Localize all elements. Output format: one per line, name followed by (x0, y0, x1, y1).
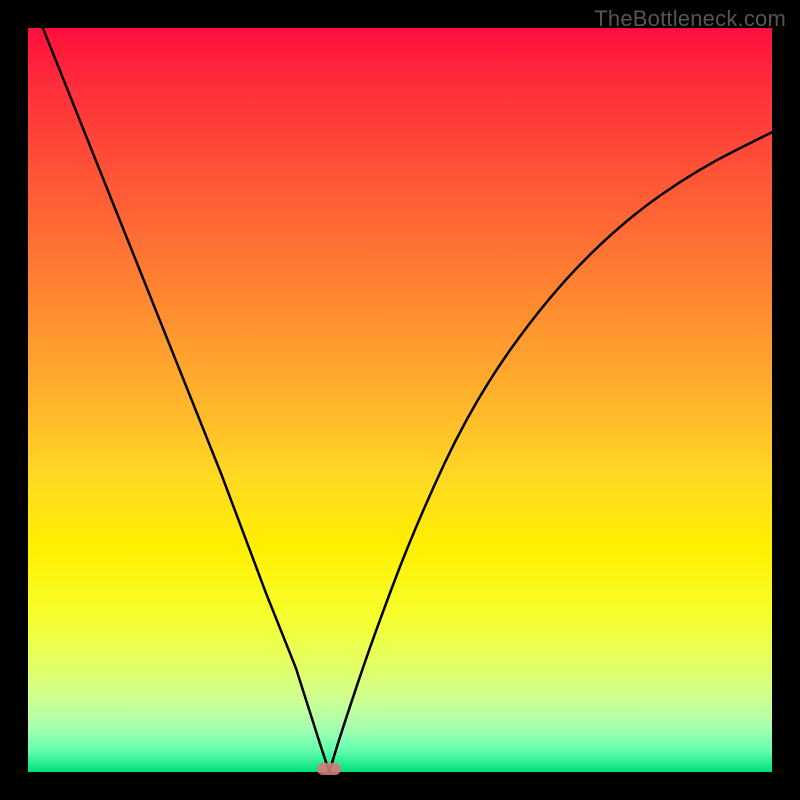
bottleneck-curve (43, 28, 772, 772)
bottleneck-curve-svg (28, 28, 772, 772)
chart-container: TheBottleneck.com (0, 0, 800, 800)
plot-area (28, 28, 772, 772)
watermark-text: TheBottleneck.com (594, 6, 786, 32)
optimum-marker (317, 763, 341, 775)
